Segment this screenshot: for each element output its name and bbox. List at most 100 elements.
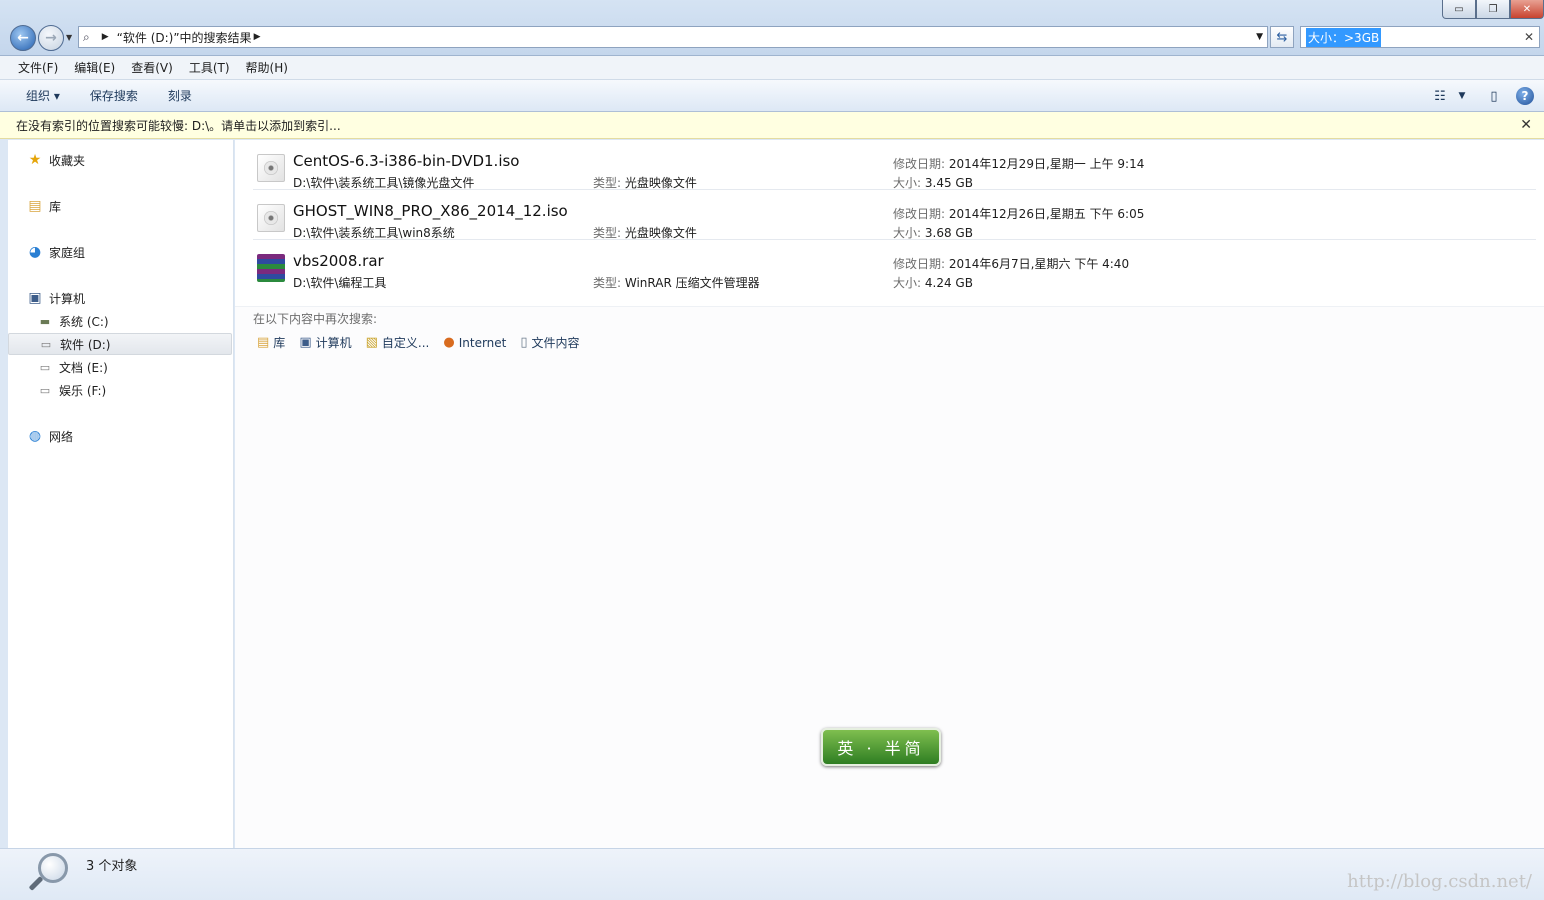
- address-bar[interactable]: ⌕ ▶ “软件 (D:)”中的搜索结果 ▶ ▼: [78, 26, 1268, 48]
- results-list: CentOS-6.3-i386-bin-DVD1.iso D:\软件\装系统工具…: [235, 140, 1544, 307]
- menu-edit[interactable]: 编辑(E): [74, 59, 115, 76]
- size-value: 3.68 GB: [924, 226, 973, 240]
- disc-image-icon: [257, 154, 285, 182]
- forward-button[interactable]: →: [38, 25, 64, 51]
- nav-favorites[interactable]: ★ 收藏夹: [8, 149, 232, 171]
- window-left-edge: [0, 140, 8, 848]
- refresh-icon: ⇆: [1276, 29, 1288, 45]
- burn-button[interactable]: 刻录: [168, 87, 192, 104]
- nav-drive-d[interactable]: ▭ 软件 (D:): [8, 333, 232, 355]
- nav-label: 计算机: [49, 291, 86, 306]
- breadcrumb-arrow-icon[interactable]: ▶: [102, 32, 109, 42]
- date-value: 2014年12月29日,星期一 上午 9:14: [948, 157, 1145, 171]
- file-name[interactable]: vbs2008.rar: [293, 252, 384, 270]
- ime-language-badge[interactable]: 英 · 半简: [821, 728, 941, 766]
- info-bar-text[interactable]: 在没有索引的位置搜索可能较慢: D:\。请单击以添加到索引...: [16, 117, 341, 134]
- search-input[interactable]: 大小：>3GB ✕: [1300, 26, 1540, 48]
- recent-pages-dropdown[interactable]: ▼: [66, 33, 72, 42]
- menu-bar: 文件(F) 编辑(E) 查看(V) 工具(T) 帮助(H): [0, 56, 1544, 80]
- size-label: 大小:: [893, 276, 922, 290]
- nav-label: 系统 (C:): [59, 314, 109, 329]
- system-drive-icon: ▬: [39, 314, 51, 328]
- save-search-button[interactable]: 保存搜索: [90, 87, 138, 104]
- search-again-computer[interactable]: ▣ 计算机: [299, 334, 351, 351]
- file-type: 类型: WinRAR 压缩文件管理器: [593, 274, 760, 291]
- minimize-button[interactable]: ▭: [1442, 0, 1476, 19]
- file-date: 修改日期: 2014年6月7日,星期六 下午 4:40: [893, 255, 1129, 272]
- search-query[interactable]: 大小：>3GB: [1306, 27, 1382, 47]
- nav-computer[interactable]: ▣ 计算机: [8, 287, 232, 309]
- link-label: 计算机: [315, 336, 352, 350]
- size-label: 大小:: [893, 226, 922, 240]
- type-value: 光盘映像文件: [624, 176, 697, 190]
- search-again-label: 在以下内容中再次搜索:: [253, 312, 378, 326]
- library-icon: ▤: [257, 335, 270, 350]
- network-icon: ◍: [28, 428, 42, 444]
- file-size: 大小: 3.68 GB: [893, 224, 973, 241]
- file-name[interactable]: GHOST_WIN8_PRO_X86_2014_12.iso: [293, 202, 568, 220]
- file-size: 大小: 4.24 GB: [893, 274, 973, 291]
- nav-label: 家庭组: [49, 245, 86, 260]
- result-row[interactable]: GHOST_WIN8_PRO_X86_2014_12.iso D:\软件\装系统…: [253, 190, 1536, 240]
- link-label: Internet: [458, 335, 507, 350]
- result-row[interactable]: CentOS-6.3-i386-bin-DVD1.iso D:\软件\装系统工具…: [253, 140, 1536, 190]
- nav-homegroup[interactable]: ◕ 家庭组: [8, 241, 232, 263]
- window-controls: ▭ ❐ ✕: [1442, 0, 1544, 19]
- size-value: 3.45 GB: [924, 176, 973, 190]
- file-type: 类型: 光盘映像文件: [593, 174, 697, 191]
- star-icon: ★: [28, 152, 42, 168]
- nav-network[interactable]: ◍ 网络: [8, 425, 232, 447]
- drive-icon: ▭: [39, 360, 51, 374]
- computer-icon: ▣: [28, 290, 42, 306]
- maximize-button[interactable]: ❐: [1476, 0, 1510, 19]
- nav-label: 文档 (E:): [59, 360, 108, 375]
- back-button[interactable]: ←: [10, 25, 36, 51]
- search-again-custom[interactable]: ▧ 自定义...: [366, 334, 430, 351]
- search-again-internet[interactable]: ● Internet: [443, 335, 506, 350]
- view-mode-icon[interactable]: ☷: [1430, 86, 1450, 106]
- menu-view[interactable]: 查看(V): [131, 59, 173, 76]
- watermark: http://blog.csdn.net/: [1347, 871, 1532, 892]
- title-bar: ▭ ❐ ✕ ← → ▼ ⌕ ▶ “软件 (D:)”中的搜索结果 ▶ ▼ ⇆ 大小…: [0, 0, 1544, 56]
- search-again-libraries[interactable]: ▤ 库: [257, 334, 285, 351]
- magnifier-handle: [28, 876, 44, 891]
- internet-icon: ●: [443, 335, 455, 350]
- index-info-bar[interactable]: 在没有索引的位置搜索可能较慢: D:\。请单击以添加到索引... ✕: [0, 112, 1544, 139]
- drive-icon: ▭: [40, 337, 52, 351]
- link-label: 自定义...: [381, 336, 430, 350]
- date-label: 修改日期:: [893, 207, 946, 221]
- close-button[interactable]: ✕: [1510, 0, 1544, 19]
- menu-tools[interactable]: 工具(T): [189, 59, 230, 76]
- search-results-pane: CentOS-6.3-i386-bin-DVD1.iso D:\软件\装系统工具…: [235, 140, 1544, 848]
- breadcrumb[interactable]: “软件 (D:)”中的搜索结果: [117, 29, 252, 46]
- nav-drive-c[interactable]: ▬ 系统 (C:): [8, 310, 232, 332]
- nav-label: 收藏夹: [49, 153, 86, 168]
- file-name[interactable]: CentOS-6.3-i386-bin-DVD1.iso: [293, 152, 520, 170]
- clear-search-icon[interactable]: ✕: [1524, 30, 1534, 44]
- refresh-button[interactable]: ⇆: [1270, 26, 1294, 48]
- info-bar-close-icon[interactable]: ✕: [1520, 117, 1532, 133]
- nav-drive-e[interactable]: ▭ 文档 (E:): [8, 356, 232, 378]
- nav-drive-f[interactable]: ▭ 娱乐 (F:): [8, 379, 232, 401]
- computer-icon: ▣: [299, 335, 312, 350]
- type-value: 光盘映像文件: [624, 226, 697, 240]
- organize-button[interactable]: 组织 ▾: [26, 87, 60, 104]
- nav-libraries[interactable]: ▤ 库: [8, 195, 232, 217]
- search-again-file-contents[interactable]: ▯ 文件内容: [520, 334, 579, 351]
- preview-pane-icon[interactable]: ▯: [1484, 86, 1504, 106]
- date-value: 2014年12月26日,星期五 下午 6:05: [948, 207, 1145, 221]
- breadcrumb-arrow-icon[interactable]: ▶: [254, 32, 261, 42]
- menu-help[interactable]: 帮助(H): [246, 59, 288, 76]
- nav-label: 软件 (D:): [60, 337, 111, 352]
- help-icon[interactable]: ?: [1516, 87, 1534, 105]
- result-row[interactable]: vbs2008.rar D:\软件\编程工具 类型: WinRAR 压缩文件管理…: [253, 240, 1536, 290]
- nav-label: 网络: [49, 429, 74, 444]
- nav-label: 娱乐 (F:): [59, 383, 107, 398]
- view-dropdown-icon[interactable]: ▼: [1452, 86, 1472, 106]
- file-path: D:\软件\装系统工具\win8系统: [293, 226, 455, 240]
- menu-file[interactable]: 文件(F): [18, 59, 58, 76]
- item-count: 3 个对象: [86, 859, 138, 874]
- date-value: 2014年6月7日,星期六 下午 4:40: [948, 257, 1130, 271]
- address-dropdown-icon[interactable]: ▼: [1256, 32, 1263, 42]
- date-label: 修改日期:: [893, 257, 946, 271]
